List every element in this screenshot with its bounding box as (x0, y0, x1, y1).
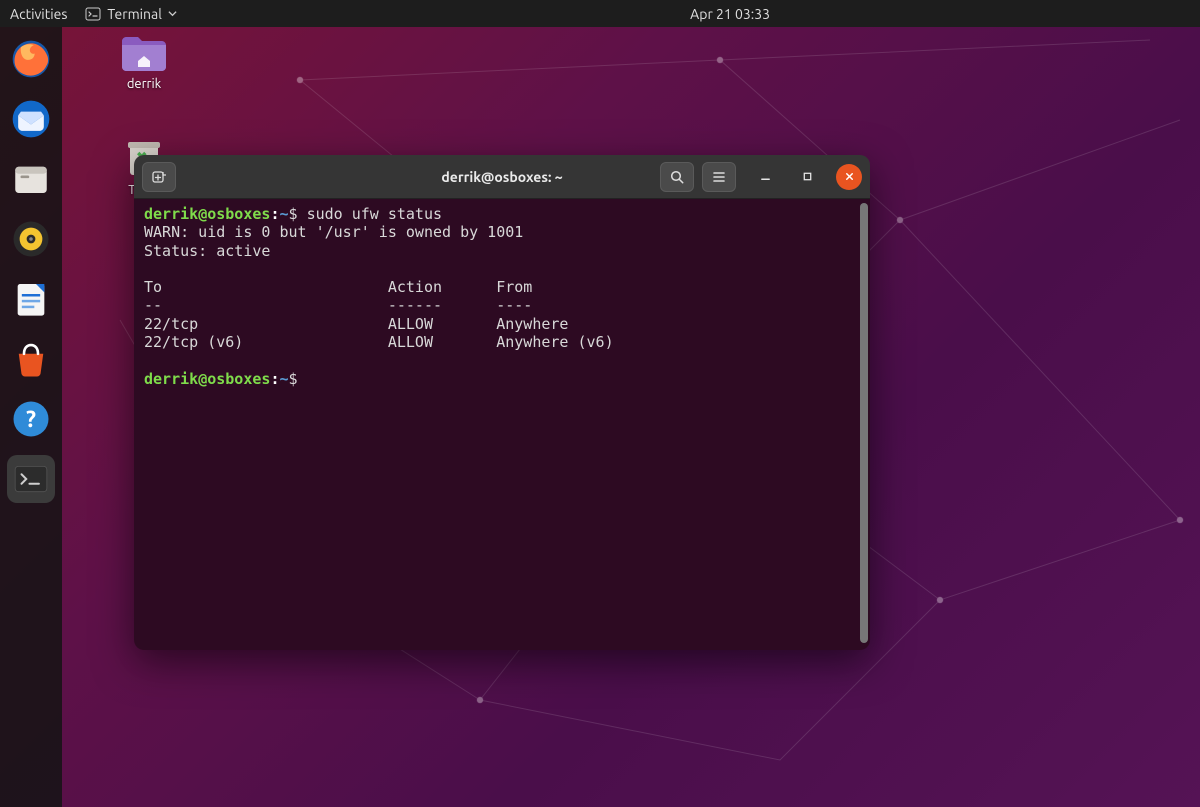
maximize-button[interactable] (794, 164, 820, 190)
dock-item-files[interactable] (7, 155, 55, 203)
minimize-icon (760, 171, 771, 182)
terminal-icon (12, 460, 50, 498)
search-icon (669, 169, 685, 185)
svg-text:?: ? (26, 407, 36, 432)
app-menu-label: Terminal (107, 6, 162, 22)
help-icon: ? (10, 398, 52, 440)
prompt-user: derrik (144, 205, 198, 223)
terminal-window: derrik@osboxes: ~ (134, 155, 870, 650)
chevron-down-icon (168, 9, 177, 18)
terminal-body[interactable]: derrik@osboxes:~$ sudo ufw status WARN: … (134, 199, 870, 650)
clock-label: Apr 21 03:33 (690, 6, 770, 22)
new-tab-button[interactable] (142, 162, 176, 192)
menu-button[interactable] (702, 162, 736, 192)
close-icon (844, 171, 855, 182)
clock[interactable]: Apr 21 03:33 (400, 6, 800, 22)
files-icon (10, 158, 52, 200)
ufw-table: To Action From -- ------ ---- 22/tcp ALL… (144, 278, 614, 351)
libreoffice-writer-icon (11, 279, 51, 319)
close-button[interactable] (836, 164, 862, 190)
output-status: Status: active (144, 242, 270, 260)
prompt-host: osboxes (207, 370, 270, 388)
activities-button[interactable]: Activities (10, 6, 67, 22)
desktop-icon-label: derrik (127, 77, 161, 91)
firefox-icon (9, 37, 53, 81)
prompt-path: ~ (279, 370, 288, 388)
dock-item-thunderbird[interactable] (7, 95, 55, 143)
activities-label: Activities (10, 6, 67, 22)
terminal-scrollbar[interactable] (860, 203, 868, 643)
rhythmbox-icon (10, 218, 52, 260)
prompt-path: ~ (279, 205, 288, 223)
dock-item-rhythmbox[interactable] (7, 215, 55, 263)
thunderbird-icon (9, 97, 53, 141)
terminal-titlebar[interactable]: derrik@osboxes: ~ (134, 155, 870, 199)
dock-item-terminal[interactable] (7, 455, 55, 503)
prompt-host: osboxes (207, 205, 270, 223)
output-warn: WARN: uid is 0 but '/usr' is owned by 10… (144, 223, 523, 241)
dock: ? (0, 27, 62, 807)
home-folder-icon (120, 33, 168, 73)
prompt-symbol: $ (289, 370, 307, 388)
maximize-icon (802, 171, 813, 182)
ubuntu-software-icon (10, 338, 52, 380)
search-button[interactable] (660, 162, 694, 192)
minimize-button[interactable] (752, 164, 778, 190)
prompt-at: @ (198, 370, 207, 388)
command-text: sudo ufw status (307, 205, 442, 223)
prompt-at: @ (198, 205, 207, 223)
app-menu[interactable]: Terminal (85, 6, 177, 22)
terminal-app-icon (85, 6, 101, 22)
prompt-symbol: $ (289, 205, 307, 223)
dock-item-writer[interactable] (7, 275, 55, 323)
dock-item-software[interactable] (7, 335, 55, 383)
hamburger-icon (711, 169, 727, 185)
new-tab-icon (151, 169, 167, 185)
desktop-icon-home[interactable]: derrik (104, 33, 184, 91)
dock-item-help[interactable]: ? (7, 395, 55, 443)
top-bar: Activities Terminal Apr 21 03:33 (0, 0, 1200, 27)
dock-item-firefox[interactable] (7, 35, 55, 83)
window-title: derrik@osboxes: ~ (441, 169, 562, 185)
prompt-user: derrik (144, 370, 198, 388)
